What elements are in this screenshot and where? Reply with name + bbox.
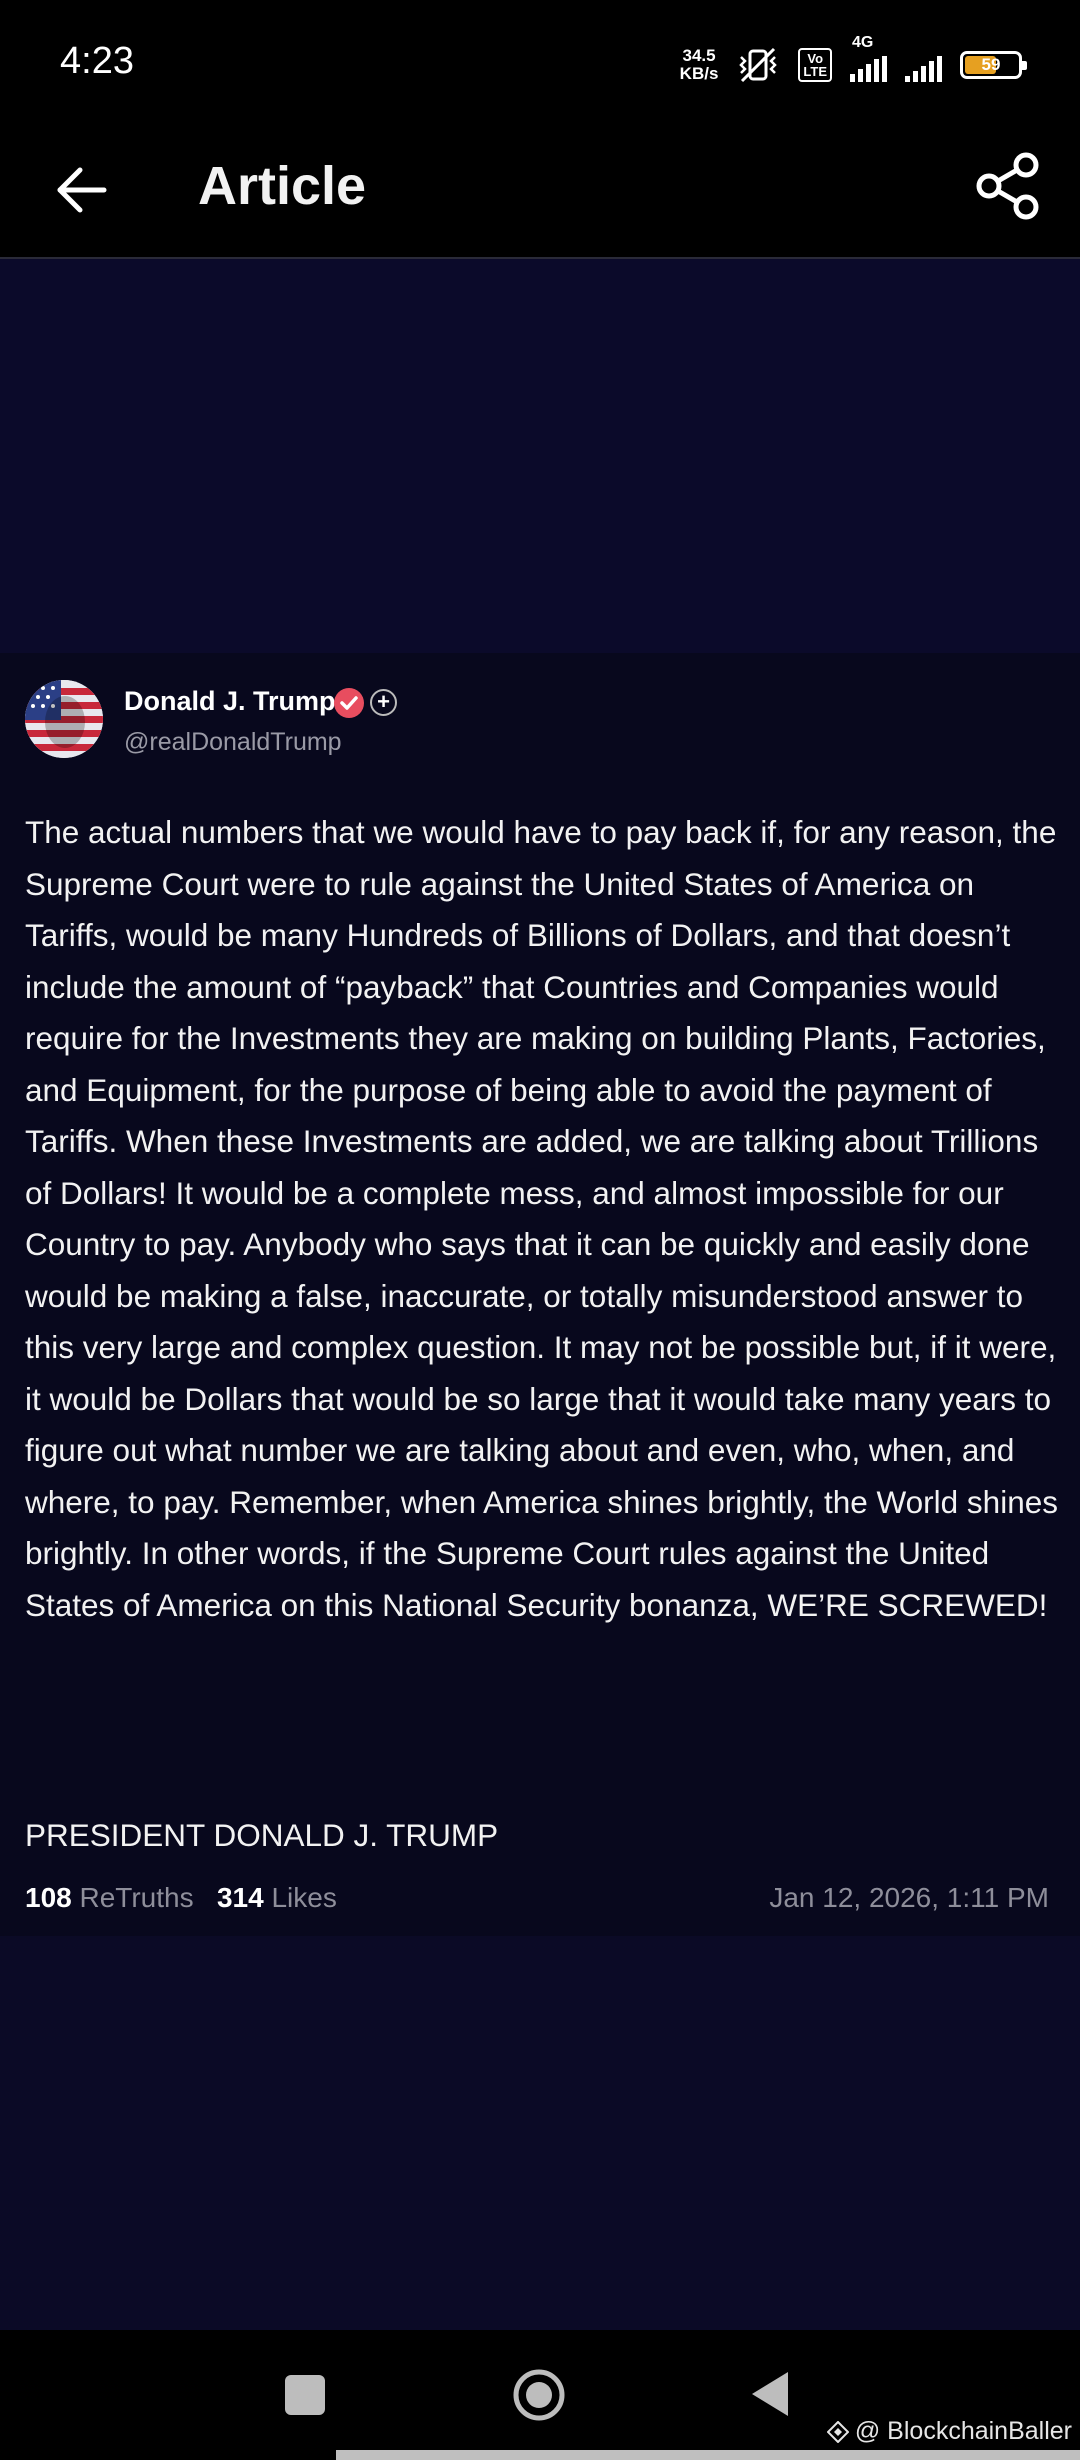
article-media-area [0,259,1080,653]
post-timestamp: Jan 12, 2026, 1:11 PM [769,1882,1049,1913]
signal-4g-icon: 4G [850,34,887,82]
post-body: The actual numbers that we would have to… [25,814,1058,1623]
arrow-left-icon[interactable] [52,160,112,220]
battery-icon: 59 [960,51,1027,79]
volte-icon: Vo LTE [798,48,832,82]
plus-badge-icon: + [370,689,397,716]
network-speed-unit: KB/s [679,64,719,83]
circle-home-icon[interactable] [512,2368,566,2422]
battery-level-text: 59 [981,55,1001,74]
post-stats: 108 ReTruths 314 Likes [25,1882,337,1914]
avatar[interactable] [25,680,103,758]
author-handle[interactable]: @realDonaldTrump [124,728,342,757]
system-nav-bar: @ BlockchainBaller [0,2330,1080,2460]
square-icon[interactable] [285,2375,325,2415]
network-speed: 34.5 KB/s [680,47,719,83]
watermark: @ BlockchainBaller [826,2417,1072,2446]
retruths-count[interactable]: 108 [25,1882,72,1913]
share-icon[interactable] [974,151,1044,221]
watermark-text: @ BlockchainBaller [854,2417,1072,2445]
diamond-logo-icon [826,2420,849,2443]
likes-count[interactable]: 314 [217,1882,264,1913]
status-bar: 4:23 34.5 KB/s Vo LTE 4G 59 [0,0,1080,125]
verified-check-icon [334,688,364,718]
likes-label[interactable]: Likes [271,1882,336,1913]
status-icons: 34.5 KB/s Vo LTE 4G 59 [680,34,1027,90]
page-title: Article [198,156,367,216]
signal-bars-icon [905,56,942,82]
flag-face-avatar-icon [25,680,103,758]
gesture-pill[interactable] [336,2450,1080,2460]
post-signature: PRESIDENT DONALD J. TRUMP [25,1817,499,1853]
status-time: 4:23 [60,40,134,82]
author-name[interactable]: Donald J. Trump [124,686,336,717]
app-header: Article [0,125,1080,259]
network-speed-value: 34.5 [682,46,716,65]
retruths-label[interactable]: ReTruths [80,1882,194,1913]
triangle-back-icon[interactable] [750,2370,790,2418]
vibrate-off-icon [739,47,778,83]
